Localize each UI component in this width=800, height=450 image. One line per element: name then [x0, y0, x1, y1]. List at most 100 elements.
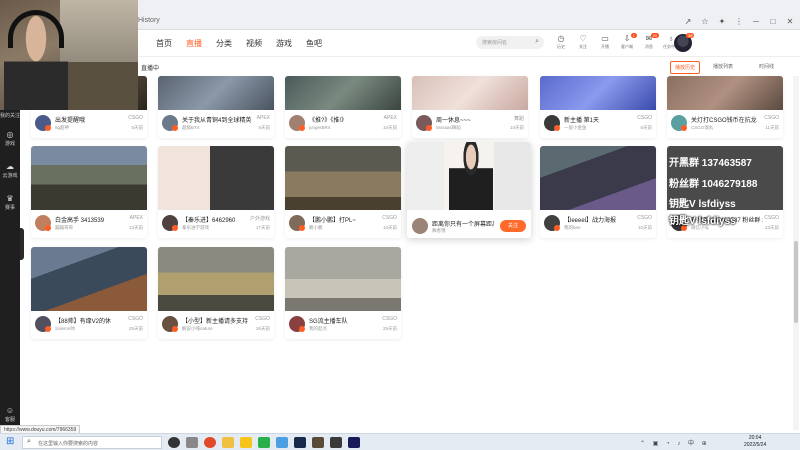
taskbar-apps: [168, 437, 360, 448]
stream-thumbnail[interactable]: [412, 76, 528, 110]
card-title[interactable]: 出发提醒哦: [55, 115, 127, 124]
card-streamer[interactable]: 我的起点: [309, 326, 327, 332]
chrome-icon[interactable]: [204, 437, 216, 448]
card-title[interactable]: 周一休息~~~: [436, 115, 508, 124]
stream-card[interactable]: 新主播 第1天 CSGO 一留小金鱼 5天前: [540, 76, 656, 138]
card-streamer[interactable]: 我的bee: [564, 225, 581, 231]
stream-card[interactable]: 开黑群 137463587 粉丝群 1046279188 钥匙V lsfdiys…: [667, 146, 783, 238]
stream-thumbnail[interactable]: [285, 146, 401, 210]
stream-thumbnail[interactable]: [540, 146, 656, 210]
card-streamer[interactable]: Solemn帅: [55, 326, 75, 332]
game-icon[interactable]: [312, 437, 324, 448]
avatar[interactable]: [35, 115, 51, 131]
card-streamer[interactable]: 鹏小鹏: [309, 225, 323, 231]
card-title[interactable]: 【秦乐进】6462960: [182, 215, 254, 224]
stream-card[interactable]: 【鹏小鹏】打PL~ CSGO 鹏小鹏 10天前: [285, 146, 401, 238]
stream-thumbnail[interactable]: [31, 146, 147, 210]
stream-card[interactable]: 周一休息~~~ 舞蹈 Mosaas舞蹈 10天前: [412, 76, 528, 138]
avatar[interactable]: [289, 215, 305, 231]
explorer-icon[interactable]: [222, 437, 234, 448]
stream-thumbnail[interactable]: [158, 247, 274, 311]
avatar[interactable]: [544, 115, 560, 131]
stream-thumbnail[interactable]: [285, 76, 401, 110]
scrollbar-thumb[interactable]: [794, 241, 798, 323]
wechat-icon[interactable]: [258, 437, 270, 448]
stream-thumbnail[interactable]: [667, 76, 783, 110]
steam-icon[interactable]: [294, 437, 306, 448]
stream-thumbnail[interactable]: [540, 76, 656, 110]
obs-icon[interactable]: [330, 437, 342, 448]
avatar[interactable]: [35, 316, 51, 332]
hover-stream-card[interactable]: 距离你只有一个屏幕距离 舞者哦 关注: [407, 142, 531, 238]
windows-start-icon[interactable]: ⊞: [6, 437, 14, 447]
rail-game[interactable]: ◎ 游戏: [0, 130, 20, 147]
avatar[interactable]: [412, 218, 428, 234]
avatar[interactable]: [35, 215, 51, 231]
avatar[interactable]: [544, 215, 560, 231]
hover-title[interactable]: 距离你只有一个屏幕距离: [432, 219, 494, 228]
card-streamer[interactable]: 8g超神: [55, 125, 69, 131]
stream-card[interactable]: 【秦乐进】6462960 户外游戏 秦乐进学游戏 17天前: [158, 146, 274, 238]
avatar[interactable]: [289, 115, 305, 131]
card-category: CSGO: [128, 316, 143, 322]
stream-thumbnail[interactable]: 开黑群 137463587 粉丝群 1046279188 钥匙V lsfdiys…: [667, 146, 783, 210]
stream-card[interactable]: 关灯打CSGO钱币在抗龙 CSGO CSGO瑞丸 11天前: [667, 76, 783, 138]
stream-thumbnail[interactable]: [285, 247, 401, 311]
stream-thumbnail[interactable]: [31, 247, 147, 311]
stream-thumbnail[interactable]: [158, 76, 274, 110]
card-streamer[interactable]: 超级BT4: [182, 125, 199, 131]
card-title[interactable]: 关灯打CSGO钱币在抗龙: [691, 115, 763, 124]
card-title[interactable]: 白金高手 3413539: [55, 215, 127, 224]
card-streamer[interactable]: CSGO瑞丸: [691, 125, 713, 131]
hover-preview[interactable]: [407, 142, 531, 210]
stream-card[interactable]: 【小型】新主播请多支持 CSGO 解说小嗨nature 26天前: [158, 247, 274, 339]
qq-icon[interactable]: [276, 437, 288, 448]
card-streamer[interactable]: 一留小金鱼: [564, 125, 587, 131]
stream-card[interactable]: 白金高手 3413539 APEX 蹦蹦哥哥 13天前: [31, 146, 147, 238]
task-view-icon[interactable]: [186, 437, 198, 448]
card-category: CSGO: [382, 316, 397, 322]
stream-card[interactable]: 关于我从青铜4到全球精英 APEX 超级BT4 5天前: [158, 76, 274, 138]
stream-card[interactable]: 【88帅】有缘V2的休 CSGO Solemn帅 25天前: [31, 247, 147, 339]
page-scrollbar[interactable]: [793, 76, 799, 430]
system-tray[interactable]: ⌃ ▣ ◔ ♪ 中 ⊕: [640, 438, 710, 447]
avatar[interactable]: [162, 115, 178, 131]
stream-card[interactable]: SG流主播车队 CSGO 我的起点 25天前: [285, 247, 401, 339]
app2-icon[interactable]: [348, 437, 360, 448]
rail-esports[interactable]: ♛ 赛事: [0, 194, 20, 211]
card-title[interactable]: 关于我从青铜4到全球精英: [182, 115, 254, 124]
card-title[interactable]: 【小型】新主播请多支持: [182, 316, 254, 325]
avatar[interactable]: [289, 316, 305, 332]
cortana-icon[interactable]: [168, 437, 180, 448]
app-icon[interactable]: [240, 437, 252, 448]
overlay-line-1: 开黑群 137463587: [669, 158, 752, 169]
card-streamer[interactable]: 解说小嗨nature: [182, 326, 213, 332]
avatar[interactable]: [416, 115, 432, 131]
stream-card[interactable]: 《推?》《推!》 APEX jungerBR4 10天前: [285, 76, 401, 138]
taskbar-clock[interactable]: 20:04 2022/5/24: [744, 435, 766, 449]
card-streamer[interactable]: 秦乐进学游戏: [182, 225, 209, 231]
rail-cloud-game[interactable]: ☁ 云游戏: [0, 162, 20, 179]
rail-service[interactable]: ☺ 客服: [0, 406, 20, 423]
card-title[interactable]: 《推?》《推!》: [309, 115, 381, 124]
card-info: 关灯打CSGO钱币在抗龙 CSGO CSGO瑞丸 11天前: [667, 110, 783, 138]
card-title[interactable]: 新主播 第1天: [564, 115, 636, 124]
card-streamer[interactable]: 蹦蹦哥哥: [55, 225, 73, 231]
avatar[interactable]: [162, 215, 178, 231]
card-category: CSGO: [764, 215, 779, 221]
avatar[interactable]: [671, 115, 687, 131]
card-title[interactable]: 【leeeel】战力海报: [564, 215, 636, 224]
card-streamer[interactable]: jungerBR4: [309, 125, 330, 130]
card-title[interactable]: 【鹏小鹏】打PL~: [309, 215, 381, 224]
browser-window: History ↗ ☆ ✦ ⋮ ─ □ ✕ 首页 直播 分类 视频 游戏 鱼吧 …: [0, 0, 800, 435]
stream-thumbnail[interactable]: [158, 146, 274, 210]
card-streamer[interactable]: Mosaas舞蹈: [436, 125, 461, 131]
follow-button[interactable]: 关注: [500, 220, 526, 232]
rail-collapse-handle[interactable]: [20, 228, 24, 260]
avatar[interactable]: [162, 316, 178, 332]
card-title[interactable]: 【88帅】有缘V2的休: [55, 316, 127, 325]
taskbar-search-input[interactable]: ⌕ 在这里输入你要搜索的内容: [22, 436, 162, 449]
stream-card[interactable]: 【leeeel】战力海报 CSGO 我的bee 10天前: [540, 146, 656, 238]
card-title[interactable]: SG流主播车队: [309, 316, 381, 325]
hover-streamer[interactable]: 舞者哦: [432, 228, 446, 234]
